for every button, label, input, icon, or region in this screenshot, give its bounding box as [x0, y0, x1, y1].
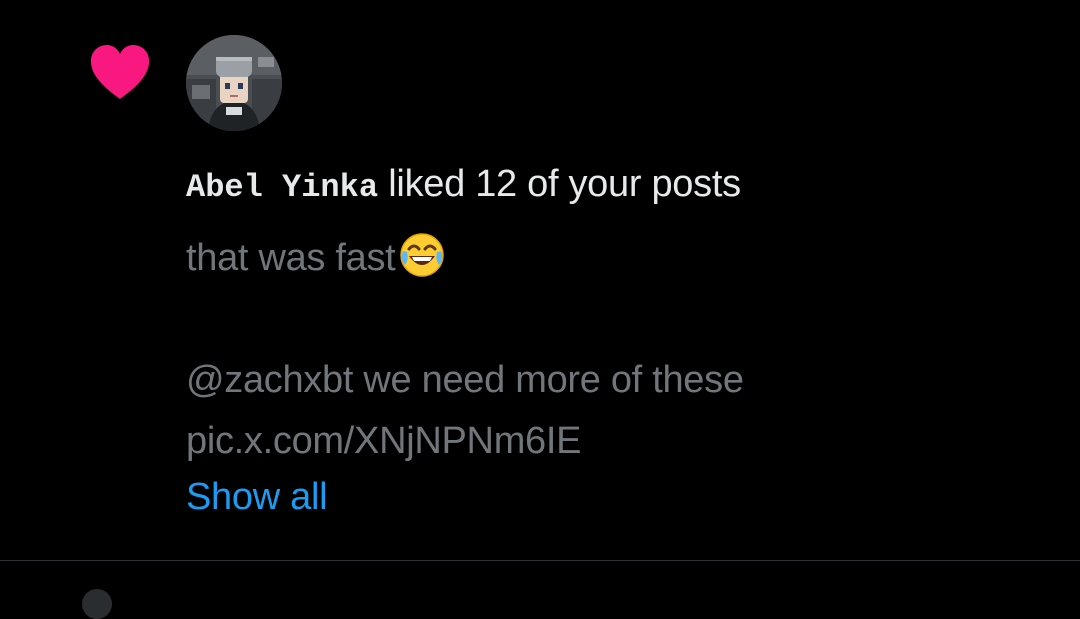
like-notification[interactable]: Abel Yinka liked 12 of your posts that w…: [0, 0, 1080, 560]
post-line-1-text: that was fast: [186, 237, 396, 279]
notification-headline: Abel Yinka liked 12 of your posts: [186, 160, 741, 212]
post-line-3: pic.x.com/XNjNPNm6IE: [186, 420, 582, 462]
action-text: liked 12 of your posts: [378, 163, 741, 205]
post-line-1: that was fast: [186, 228, 1046, 289]
post-preview[interactable]: that was fast @zachxbt we need more of t…: [186, 228, 1046, 472]
heart-icon: [90, 45, 150, 99]
next-notification-peek: [0, 561, 1080, 619]
show-all-link[interactable]: Show all: [186, 473, 328, 521]
next-avatar: [82, 589, 112, 619]
avatar[interactable]: [186, 35, 282, 131]
post-line-2: @zachxbt we need more of these: [186, 359, 744, 401]
user-name-link[interactable]: Abel Yinka: [186, 169, 378, 206]
face-with-tears-of-joy-icon: [400, 233, 445, 277]
